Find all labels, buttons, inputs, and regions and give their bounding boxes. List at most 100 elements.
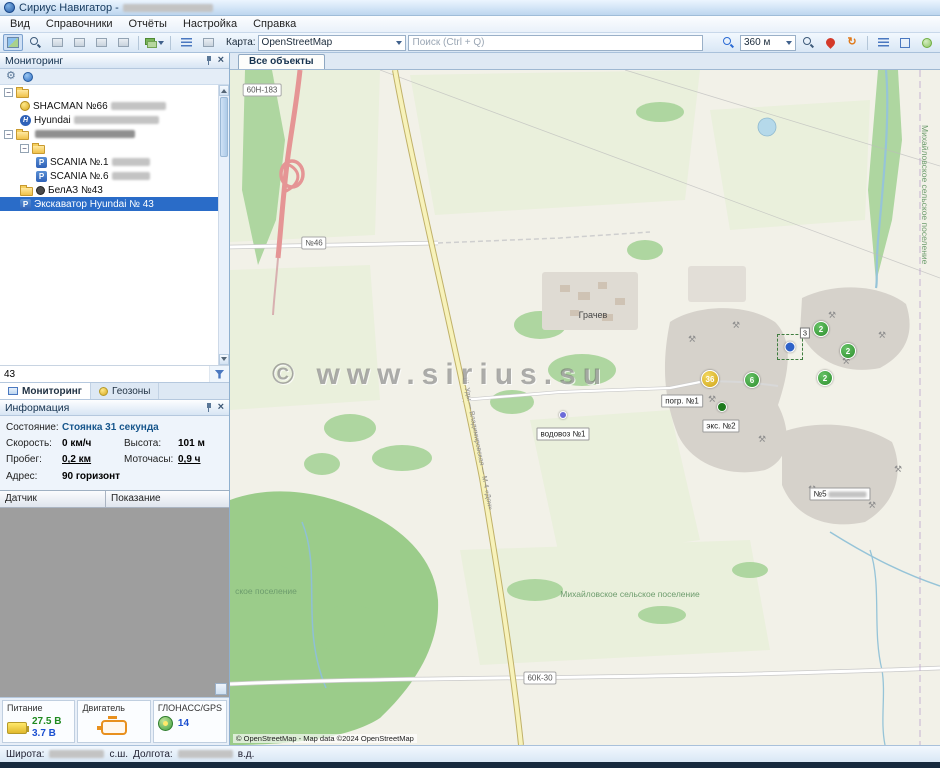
cluster-marker[interactable]: 6 — [744, 372, 760, 388]
redacted-text — [35, 130, 135, 138]
selected-vehicle-marker[interactable] — [785, 342, 796, 353]
tab-monitoring[interactable]: Мониторинг — [0, 383, 91, 399]
tree-row[interactable] — [0, 85, 229, 99]
menu-nastroyka[interactable]: Настройка — [175, 17, 245, 31]
menu-otchety[interactable]: Отчёты — [121, 17, 175, 31]
zoom-in-icon — [723, 37, 734, 48]
scroll-thumb[interactable] — [220, 97, 228, 157]
print-button[interactable] — [198, 34, 218, 51]
zoom-in-button[interactable] — [718, 34, 738, 51]
pan-tool-button[interactable] — [47, 34, 67, 51]
vehicle-marker-water-truck[interactable] — [559, 411, 567, 419]
legend-button[interactable] — [873, 34, 893, 51]
state-value: Стоянка 31 секунда — [62, 420, 159, 436]
tab-geozones[interactable]: Геозоны — [91, 383, 160, 399]
refresh-button[interactable]: ↻ — [842, 34, 862, 51]
sensor-col-value[interactable]: Показание — [106, 491, 229, 507]
zoom-tool-button[interactable] — [25, 34, 45, 51]
map-viewport[interactable]: ⚒⚒ ⚒⚒ ⚒⚒ ⚒⚒ ⚒⚒ Ш. Уды — Владимировская —… — [230, 70, 940, 745]
gear-icon[interactable]: ⚙ — [6, 71, 16, 82]
menu-vid[interactable]: Вид — [2, 17, 38, 31]
address-label: Адрес: — [6, 469, 62, 485]
tree-row[interactable]: БелАЗ №43 — [0, 183, 229, 197]
altitude-label: Высота: — [124, 436, 178, 452]
engine-icon — [101, 720, 127, 735]
monitoring-panel-title: Мониторинг — [5, 55, 63, 67]
expander-icon[interactable] — [4, 130, 13, 139]
cluster-marker[interactable]: 2 — [813, 321, 829, 337]
sensor-table-header: Датчик Показание — [0, 491, 229, 508]
search-input[interactable] — [408, 35, 703, 51]
admin-area-label-partial: ское поселение — [235, 586, 297, 596]
grid-view-button[interactable] — [176, 34, 196, 51]
info-row-mileage: Пробег: 0,2 км Моточасы: 0,9 ч — [6, 452, 223, 468]
object-label-loader[interactable]: погр. №1 — [661, 395, 703, 408]
zoom-level-combo[interactable]: 360 м — [740, 35, 796, 51]
cluster-marker-yellow[interactable]: 36 — [701, 370, 719, 388]
svg-text:⚒: ⚒ — [708, 394, 716, 404]
filter-button[interactable] — [209, 366, 229, 382]
tree-label: Hyundai — [34, 115, 71, 126]
pin-icon[interactable] — [205, 402, 214, 413]
map-provider-value: OpenStreetMap — [262, 37, 392, 48]
tree-row[interactable]: SCANIA №.6 — [0, 169, 229, 183]
address-value: 90 горизонт — [62, 469, 120, 485]
vehicle-marker-excavator[interactable] — [717, 402, 727, 412]
svg-text:⚒: ⚒ — [732, 320, 740, 330]
close-icon[interactable]: × — [218, 55, 224, 66]
tree-row[interactable] — [0, 141, 229, 155]
tree-row-selected[interactable]: Экскаватор Hyundai № 43 — [0, 197, 229, 211]
redacted-text — [112, 158, 150, 166]
tree-scrollbar[interactable] — [218, 85, 229, 365]
gps-satellite-count: 14 — [178, 718, 189, 729]
map-mode-icon — [7, 37, 19, 48]
show-on-map-icon[interactable] — [23, 72, 33, 82]
object-label-excavator[interactable]: экс. №2 — [702, 420, 739, 433]
tree-row[interactable]: Hyundai — [0, 113, 229, 127]
area-tool-button[interactable] — [91, 34, 111, 51]
close-icon[interactable]: × — [218, 402, 224, 413]
ruler-tool-button[interactable] — [69, 34, 89, 51]
pin-icon[interactable] — [205, 55, 214, 66]
expander-icon[interactable] — [20, 144, 29, 153]
mileage-value[interactable]: 0,2 км — [62, 452, 114, 468]
marker-button[interactable] — [820, 34, 840, 51]
route-tool-button[interactable] — [113, 34, 133, 51]
scroll-up-icon[interactable] — [219, 85, 229, 96]
tab-all-objects[interactable]: Все объекты — [238, 54, 325, 69]
object-label-water-truck[interactable]: водовоз №1 — [537, 428, 590, 441]
svg-text:⚒: ⚒ — [828, 310, 836, 320]
vehicle-status-icon — [20, 101, 30, 111]
menu-spravochniki[interactable]: Справочники — [38, 17, 121, 31]
zoom-out-button[interactable] — [798, 34, 818, 51]
map-canvas[interactable]: ⚒⚒ ⚒⚒ ⚒⚒ ⚒⚒ ⚒⚒ Ш. Уды — Владимировская —… — [230, 70, 940, 745]
tree-row[interactable]: SHACMAN №66 — [0, 99, 229, 113]
cluster-marker[interactable]: 2 — [817, 370, 833, 386]
state-label: Состояние: — [6, 420, 62, 436]
status-button[interactable] — [917, 34, 937, 51]
cluster-badge[interactable]: 3 — [800, 328, 810, 339]
redacted-text — [74, 116, 159, 124]
gauges-panel: Питание 27.5 В 3.7 В Двигатель ГЛОНАСС/G… — [0, 697, 229, 745]
sensor-grip-icon[interactable] — [215, 683, 227, 695]
redacted-latitude — [49, 750, 104, 758]
svg-text:⚒: ⚒ — [878, 330, 886, 340]
map-provider-combo[interactable]: OpenStreetMap — [258, 35, 406, 51]
hours-value[interactable]: 0,9 ч — [178, 452, 201, 468]
tree-row[interactable] — [0, 127, 229, 141]
fullscreen-button[interactable] — [895, 34, 915, 51]
scroll-down-icon[interactable] — [219, 354, 229, 365]
object-label-n5[interactable]: №5 — [809, 488, 870, 501]
select-tool-button[interactable] — [3, 34, 23, 51]
tree-filter-input[interactable] — [0, 367, 209, 382]
magnifier-icon — [30, 37, 41, 48]
admin-area-label: Михайловское сельское поселение — [560, 589, 699, 599]
expander-icon[interactable] — [4, 88, 13, 97]
sensor-col-name[interactable]: Датчик — [0, 491, 106, 507]
tree-row[interactable]: SCANIA №.1 — [0, 155, 229, 169]
folder-icon — [32, 145, 45, 154]
menu-spravka[interactable]: Справка — [245, 17, 304, 31]
geozones-tab-icon — [99, 387, 108, 396]
layers-button[interactable] — [144, 34, 165, 51]
cluster-marker[interactable]: 2 — [840, 343, 856, 359]
